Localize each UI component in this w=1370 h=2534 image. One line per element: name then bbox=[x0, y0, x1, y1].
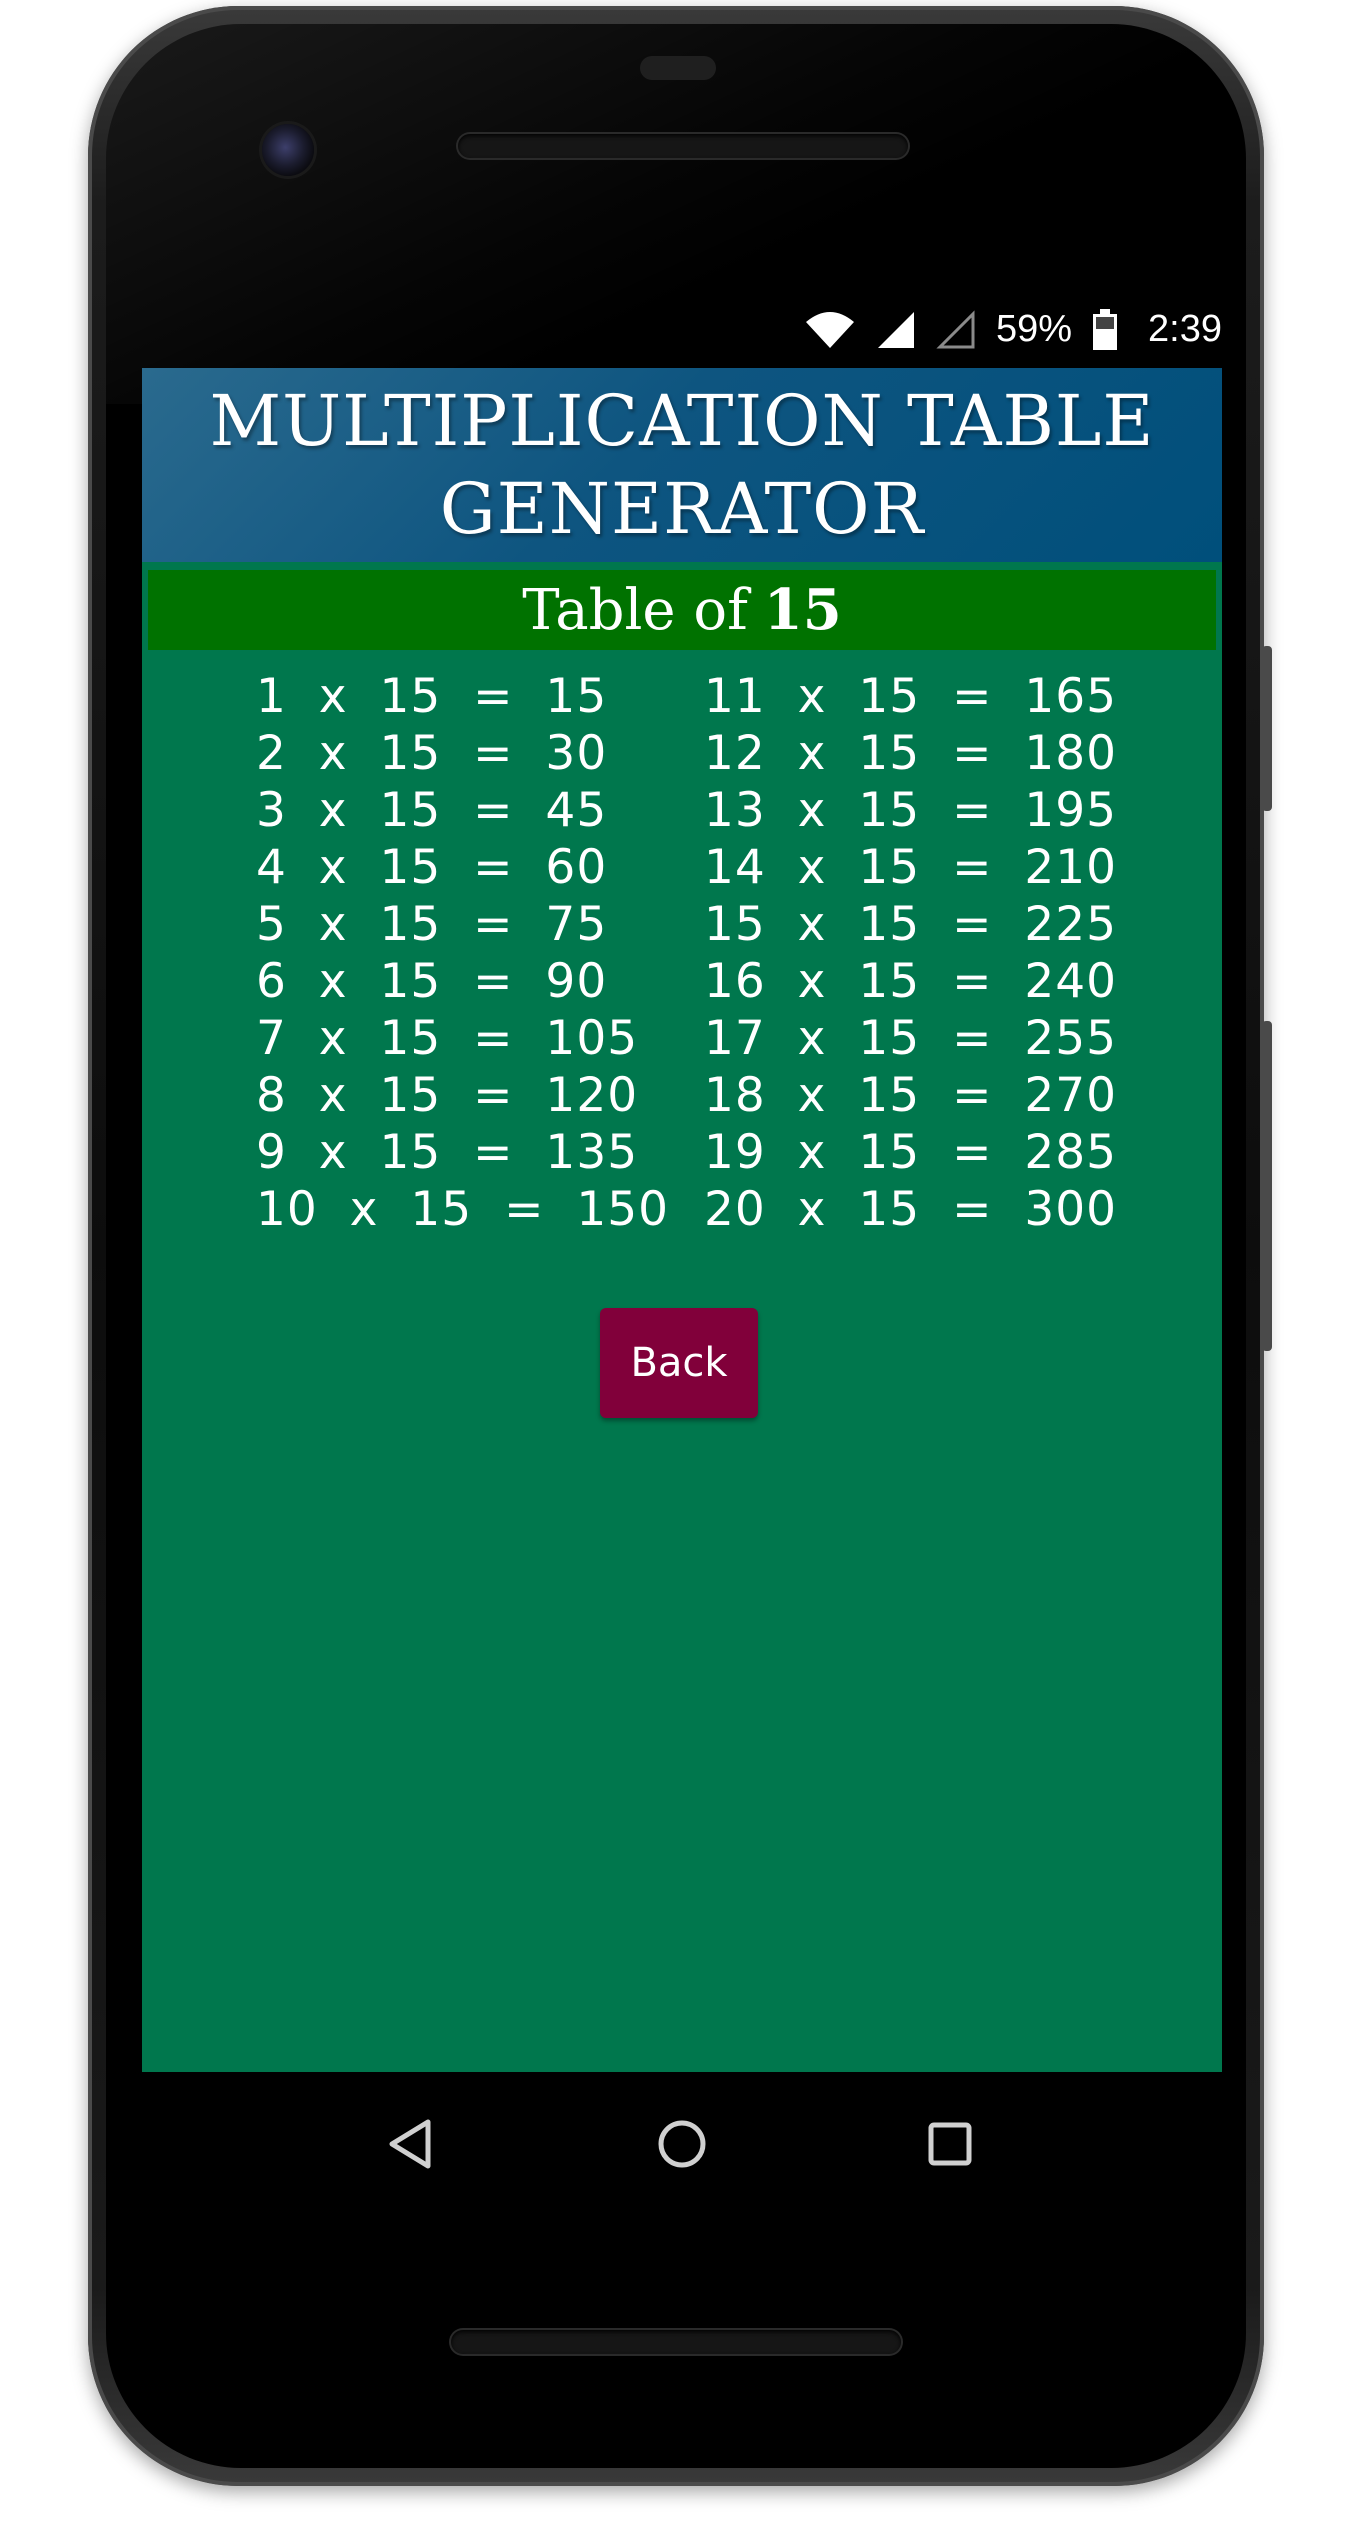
wifi-icon bbox=[804, 310, 856, 350]
navigation-bar bbox=[142, 2072, 1222, 2216]
table-row: 7 x 15 = 105 bbox=[256, 1011, 639, 1066]
table-row: 10 x 15 = 150 bbox=[256, 1182, 670, 1237]
table-heading-prefix: Table of bbox=[522, 577, 748, 643]
app-title-line2: GENERATOR bbox=[439, 468, 925, 550]
back-button[interactable]: Back bbox=[600, 1308, 758, 1418]
top-speaker-grille bbox=[458, 134, 908, 158]
table-row: 9 x 15 = 135 bbox=[256, 1125, 639, 1180]
status-bar: 59% 2:39 bbox=[142, 300, 1222, 368]
nav-back-icon[interactable] bbox=[374, 2108, 446, 2180]
table-row: 18 x 15 = 270 bbox=[704, 1068, 1118, 1123]
status-icons: 59% 2:39 bbox=[804, 308, 1222, 351]
table-heading: Table of 15 bbox=[148, 570, 1216, 650]
table-row: 11 x 15 = 165 bbox=[704, 669, 1118, 724]
nav-home-icon[interactable] bbox=[646, 2108, 718, 2180]
clock: 2:39 bbox=[1148, 308, 1222, 350]
proximity-sensor bbox=[640, 56, 716, 80]
table-row: 8 x 15 = 120 bbox=[256, 1068, 639, 1123]
cell-signal-empty-icon bbox=[936, 309, 976, 350]
table-row: 16 x 15 = 240 bbox=[704, 954, 1118, 1009]
nav-recents-icon[interactable] bbox=[914, 2108, 986, 2180]
table-row: 19 x 15 = 285 bbox=[704, 1125, 1118, 1180]
table-heading-number: 15 bbox=[763, 577, 842, 643]
table-row: 15 x 15 = 225 bbox=[704, 897, 1118, 952]
table-row: 5 x 15 = 75 bbox=[256, 897, 608, 952]
app-header: MULTIPLICATION TABLE GENERATOR bbox=[142, 368, 1222, 562]
table-row: 3 x 15 = 45 bbox=[256, 783, 608, 838]
front-camera bbox=[262, 124, 314, 176]
table-row: 4 x 15 = 60 bbox=[256, 840, 608, 895]
power-button bbox=[1262, 646, 1272, 811]
table-row: 20 x 15 = 300 bbox=[704, 1182, 1118, 1237]
table-row: 13 x 15 = 195 bbox=[704, 783, 1118, 838]
app-title: MULTIPLICATION TABLE GENERATOR bbox=[192, 377, 1172, 553]
table-column-right: 11 x 15 = 165 12 x 15 = 180 13 x 15 = 19… bbox=[704, 668, 1117, 1238]
table-row: 6 x 15 = 90 bbox=[256, 954, 608, 1009]
bottom-speaker-grille bbox=[451, 2330, 901, 2354]
table-row: 2 x 15 = 30 bbox=[256, 726, 608, 781]
battery-icon bbox=[1092, 308, 1118, 351]
table-row: 17 x 15 = 255 bbox=[704, 1011, 1118, 1066]
table-row: 14 x 15 = 210 bbox=[704, 840, 1118, 895]
app-title-line1: MULTIPLICATION TABLE bbox=[209, 380, 1155, 462]
table-column-left: 1 x 15 = 15 2 x 15 = 30 3 x 15 = 45 4 x … bbox=[256, 668, 669, 1238]
cell-signal-icon bbox=[876, 310, 916, 350]
app-screen: MULTIPLICATION TABLE GENERATOR Table of … bbox=[142, 368, 1222, 2072]
table-row: 1 x 15 = 15 bbox=[256, 669, 608, 724]
volume-rocker bbox=[1262, 1021, 1272, 1351]
table-row: 12 x 15 = 180 bbox=[704, 726, 1118, 781]
battery-percent: 59% bbox=[995, 308, 1073, 350]
